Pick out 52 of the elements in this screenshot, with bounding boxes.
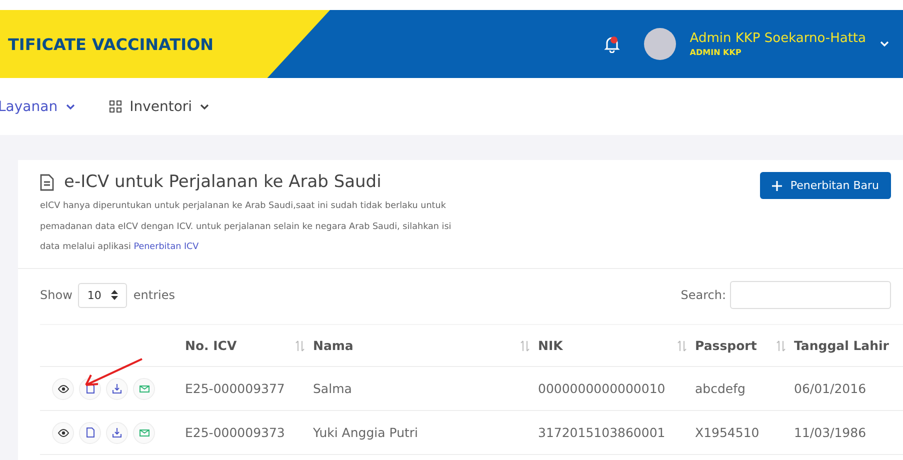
table-cell: X1954510 (695, 411, 794, 455)
table-cell: E25-000009373 (185, 411, 313, 455)
table-cell: 11/03/1986 (794, 411, 903, 455)
eye-icon (58, 384, 68, 392)
table-cell: Salma (313, 367, 538, 411)
updown-icon (111, 290, 118, 300)
chevron-down-icon (880, 41, 889, 47)
column-header[interactable]: Nama (313, 338, 354, 353)
search-field[interactable] (730, 281, 891, 309)
document-icon (86, 427, 94, 438)
eye-icon (58, 428, 68, 436)
card-description: eICV hanya diperuntukan untuk perjalanan ke Arab Saudi,saat ini sudah tidak berlaku untuk pemadanan data eICV dengan ICV. untuk perjalanan selain ke negara Arab Saudi, silahkan isi data melalui aplikasi Penerbitan ICV (40, 200, 452, 254)
search-label: Search: (680, 288, 726, 302)
mail-icon (138, 384, 150, 393)
table-cell: abcdefg (695, 367, 794, 411)
download-button[interactable] (106, 378, 128, 400)
document-button[interactable] (79, 422, 101, 444)
card-title: e-ICV untuk Perjalanan ke Arab Saudi (64, 172, 382, 192)
table-cell: E25-000009377 (185, 367, 313, 411)
avatar[interactable] (644, 28, 676, 60)
view-button[interactable] (52, 422, 74, 444)
plus-icon (772, 180, 782, 190)
new-issue-button[interactable]: Penerbitan Baru (760, 172, 891, 199)
document-icon (40, 174, 54, 190)
chevron-down-icon (200, 104, 210, 110)
app-title: TIFICATE VACCINATION (8, 34, 214, 54)
show-label: Show (40, 288, 72, 302)
user-name: Admin KKP Soekarno-Hatta (690, 31, 866, 46)
download-button[interactable] (106, 422, 128, 444)
user-role: ADMIN KKP (690, 48, 742, 57)
table-cell: Yuki Anggia Putri (313, 411, 538, 455)
column-header[interactable]: Passport (695, 338, 757, 353)
column-header[interactable]: NIK (538, 338, 563, 353)
document-icon (86, 383, 94, 394)
email-button[interactable] (133, 378, 155, 400)
table-cell: 0000000000000010 (538, 367, 695, 411)
page-size-select[interactable]: 10 (78, 282, 128, 308)
penerbitan-link[interactable]: Penerbitan ICV (134, 242, 199, 252)
column-header[interactable]: Tanggal Lahir (794, 338, 889, 353)
nav-menu[interactable]: Inventori (108, 98, 210, 114)
view-button[interactable] (52, 378, 74, 400)
entries-label: entries (133, 288, 175, 302)
bell-icon[interactable] (604, 35, 620, 53)
download-icon (112, 428, 122, 438)
table-cell: 06/01/2016 (794, 367, 903, 411)
table-cell: 3172015103860001 (538, 411, 695, 455)
column-header[interactable]: No. ICV (185, 338, 237, 353)
download-icon (112, 384, 122, 394)
email-button[interactable] (133, 422, 155, 444)
mail-icon (138, 428, 150, 437)
chevron-down-icon (66, 104, 75, 110)
grid-icon (108, 100, 122, 113)
